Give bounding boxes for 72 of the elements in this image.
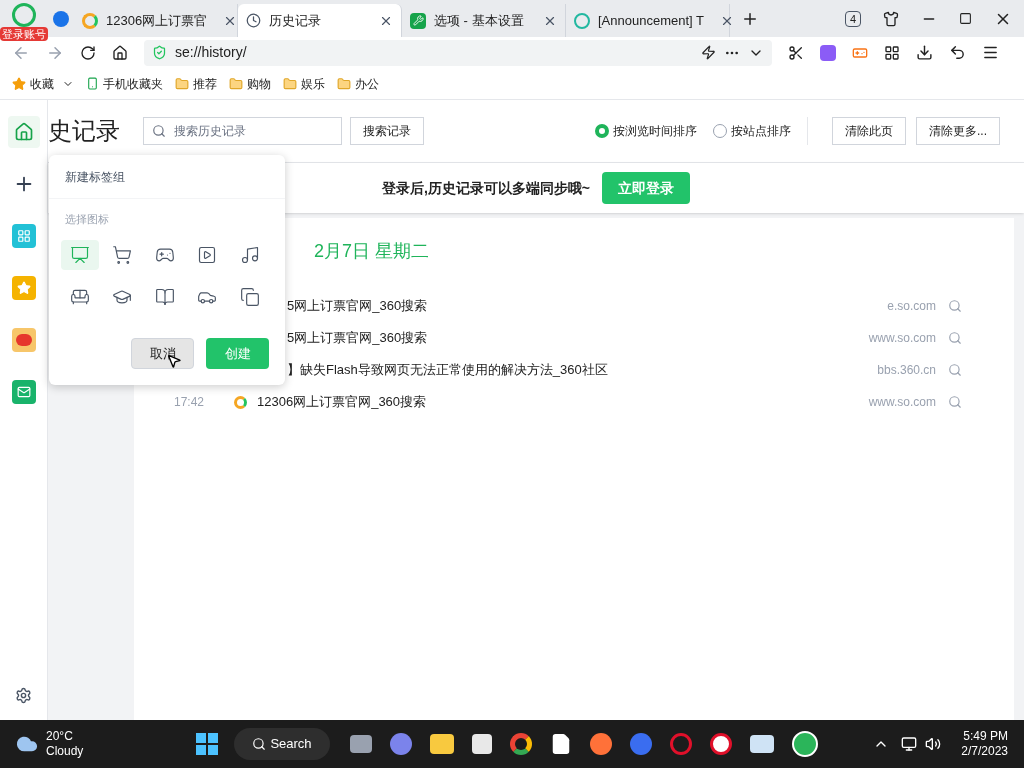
clear-page-button[interactable]: 清除此页 bbox=[832, 117, 906, 145]
undo-icon[interactable] bbox=[949, 44, 966, 61]
ring-icon bbox=[234, 395, 247, 409]
history-link[interactable]: 5网上订票官网_360搜索 bbox=[287, 296, 428, 316]
home-icon[interactable] bbox=[112, 44, 128, 61]
search-button[interactable]: 搜索记录 bbox=[350, 117, 424, 145]
ring-icon[interactable] bbox=[670, 733, 692, 755]
date-heading: 2月7日 星期二 bbox=[314, 241, 430, 261]
start-icon[interactable] bbox=[196, 733, 218, 755]
search-icon bbox=[252, 737, 267, 751]
reload-icon[interactable] bbox=[80, 44, 96, 61]
taskbar-search[interactable]: Search bbox=[234, 728, 330, 760]
bookmark-item[interactable]: 办公 bbox=[337, 74, 379, 93]
grid-icon[interactable] bbox=[884, 44, 900, 61]
radio-label[interactable]: 按站点排序 bbox=[731, 122, 791, 140]
address-field[interactable]: se://history/ bbox=[144, 39, 772, 66]
browser-tab[interactable]: 选项 - 基本设置 bbox=[402, 4, 566, 37]
tab-title: 选项 - 基本设置 bbox=[434, 11, 524, 30]
download-icon[interactable] bbox=[916, 44, 933, 61]
document-icon[interactable] bbox=[550, 733, 572, 755]
account-badge[interactable]: 登录账号 bbox=[0, 27, 48, 41]
ring-icon bbox=[82, 12, 98, 29]
visit-time: 17:42 bbox=[174, 394, 206, 411]
bookmark-item[interactable]: 收藏 bbox=[12, 74, 74, 93]
tab-count[interactable]: 4 bbox=[844, 10, 861, 27]
folder-icon bbox=[283, 76, 297, 91]
volume-icon[interactable] bbox=[925, 736, 942, 752]
scissors-icon[interactable] bbox=[788, 44, 804, 61]
monitor-icon[interactable] bbox=[61, 239, 99, 270]
star-icon bbox=[12, 76, 26, 91]
search-field[interactable]: 搜索历史记录 bbox=[143, 117, 342, 145]
history-link[interactable]: 5网上订票官网_360搜索 bbox=[287, 328, 428, 348]
clear-more-button[interactable]: 清除更多... bbox=[916, 117, 1000, 145]
radio-label[interactable]: 按浏览时间排序 bbox=[613, 122, 697, 140]
weather-text: Cloudy bbox=[46, 744, 85, 759]
search-placeholder: 搜索历史记录 bbox=[174, 123, 246, 140]
lightning-icon[interactable] bbox=[701, 45, 716, 60]
shield-icon bbox=[152, 45, 167, 60]
browser-tab[interactable]: 历史记录 bbox=[238, 4, 402, 37]
menu-icon[interactable] bbox=[982, 44, 999, 61]
network-icon[interactable] bbox=[901, 736, 918, 752]
address-text[interactable]: se://history/ bbox=[175, 42, 693, 63]
folder-icon bbox=[175, 76, 189, 91]
shirt-icon[interactable] bbox=[883, 10, 899, 27]
browser-tab[interactable]: [Announcement] T bbox=[566, 4, 730, 37]
history-link[interactable]: 12306网上订票官网_360搜索 bbox=[257, 392, 427, 412]
history-link[interactable]: 】缺失Flash导致网页无法正常使用的解决方法_360社区 bbox=[287, 360, 608, 380]
bookmark-item[interactable]: 娱乐 bbox=[283, 74, 325, 93]
phone-icon bbox=[86, 77, 99, 90]
search-icon bbox=[152, 124, 166, 138]
radio-button[interactable] bbox=[595, 124, 609, 138]
tab-title: 历史记录 bbox=[269, 11, 321, 30]
clock-icon bbox=[246, 13, 261, 28]
tab-title: 12306网上订票官 bbox=[106, 11, 208, 30]
restore-icon[interactable] bbox=[959, 12, 972, 25]
wrench-icon bbox=[410, 12, 426, 29]
page-title: 史记录 bbox=[48, 116, 121, 146]
group-name-field[interactable]: 新建标签组 bbox=[49, 155, 285, 199]
tab-title: [Announcement] T bbox=[598, 11, 704, 30]
folder-icon bbox=[229, 76, 243, 91]
bookmark-item[interactable]: 手机收藏夹 bbox=[86, 74, 163, 93]
section-label: 选择图标 bbox=[64, 212, 110, 227]
login-banner-text: 登录后,历史记录可以多端同步哦~ bbox=[381, 178, 591, 198]
clock-time[interactable]: 5:49 PM bbox=[963, 729, 1008, 744]
settings-icon[interactable] bbox=[15, 687, 32, 704]
bookmark-item[interactable]: 购物 bbox=[229, 74, 271, 93]
temperature: 20°C bbox=[46, 729, 74, 744]
search-label: Search bbox=[270, 735, 312, 754]
folder-icon bbox=[337, 76, 351, 91]
bookmark-item[interactable]: 推荐 bbox=[175, 74, 217, 93]
folder-icon[interactable] bbox=[430, 734, 454, 754]
clock-date[interactable]: 2/7/2023 bbox=[961, 744, 1008, 759]
